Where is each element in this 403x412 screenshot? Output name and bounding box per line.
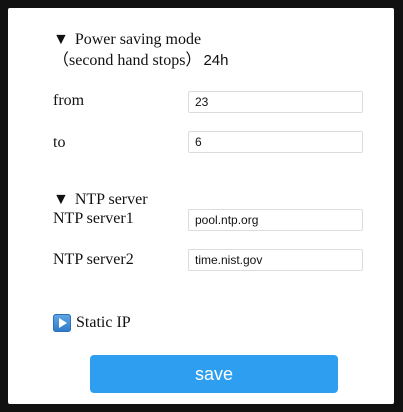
ntp-server1-label: NTP server1 <box>53 210 134 227</box>
settings-panel: ▼ Power saving mode （second hand stops） 24… <box>8 8 394 404</box>
collapse-arrow-icon: ▼ <box>53 191 69 208</box>
to-input[interactable]: 6 <box>188 131 363 153</box>
power-saving-title: Power saving mode <box>74 31 202 48</box>
save-button[interactable]: save <box>90 355 338 393</box>
ntp-server2-input[interactable]: time.nist.gov <box>188 249 363 271</box>
play-icon <box>53 314 71 332</box>
power-saving-note: （second hand stops） <box>53 52 202 69</box>
ntp-server2-label: NTP server2 <box>53 251 134 268</box>
from-input[interactable]: 23 <box>188 91 363 113</box>
power-saving-header[interactable]: ▼ Power saving mode <box>53 31 201 49</box>
power-saving-duration: 24h <box>203 52 229 69</box>
collapse-arrow-icon: ▼ <box>53 31 69 48</box>
from-label: from <box>53 92 85 109</box>
static-ip-label: Static IP <box>76 314 131 331</box>
static-ip-toggle[interactable]: Static IP <box>53 314 131 332</box>
ntp-server-header[interactable]: ▼ NTP server <box>53 191 148 209</box>
ntp-server1-input[interactable]: pool.ntp.org <box>188 209 363 231</box>
to-label: to <box>53 134 66 151</box>
ntp-server-title: NTP server <box>74 191 148 208</box>
power-saving-subtitle: （second hand stops） 24h <box>53 52 228 70</box>
